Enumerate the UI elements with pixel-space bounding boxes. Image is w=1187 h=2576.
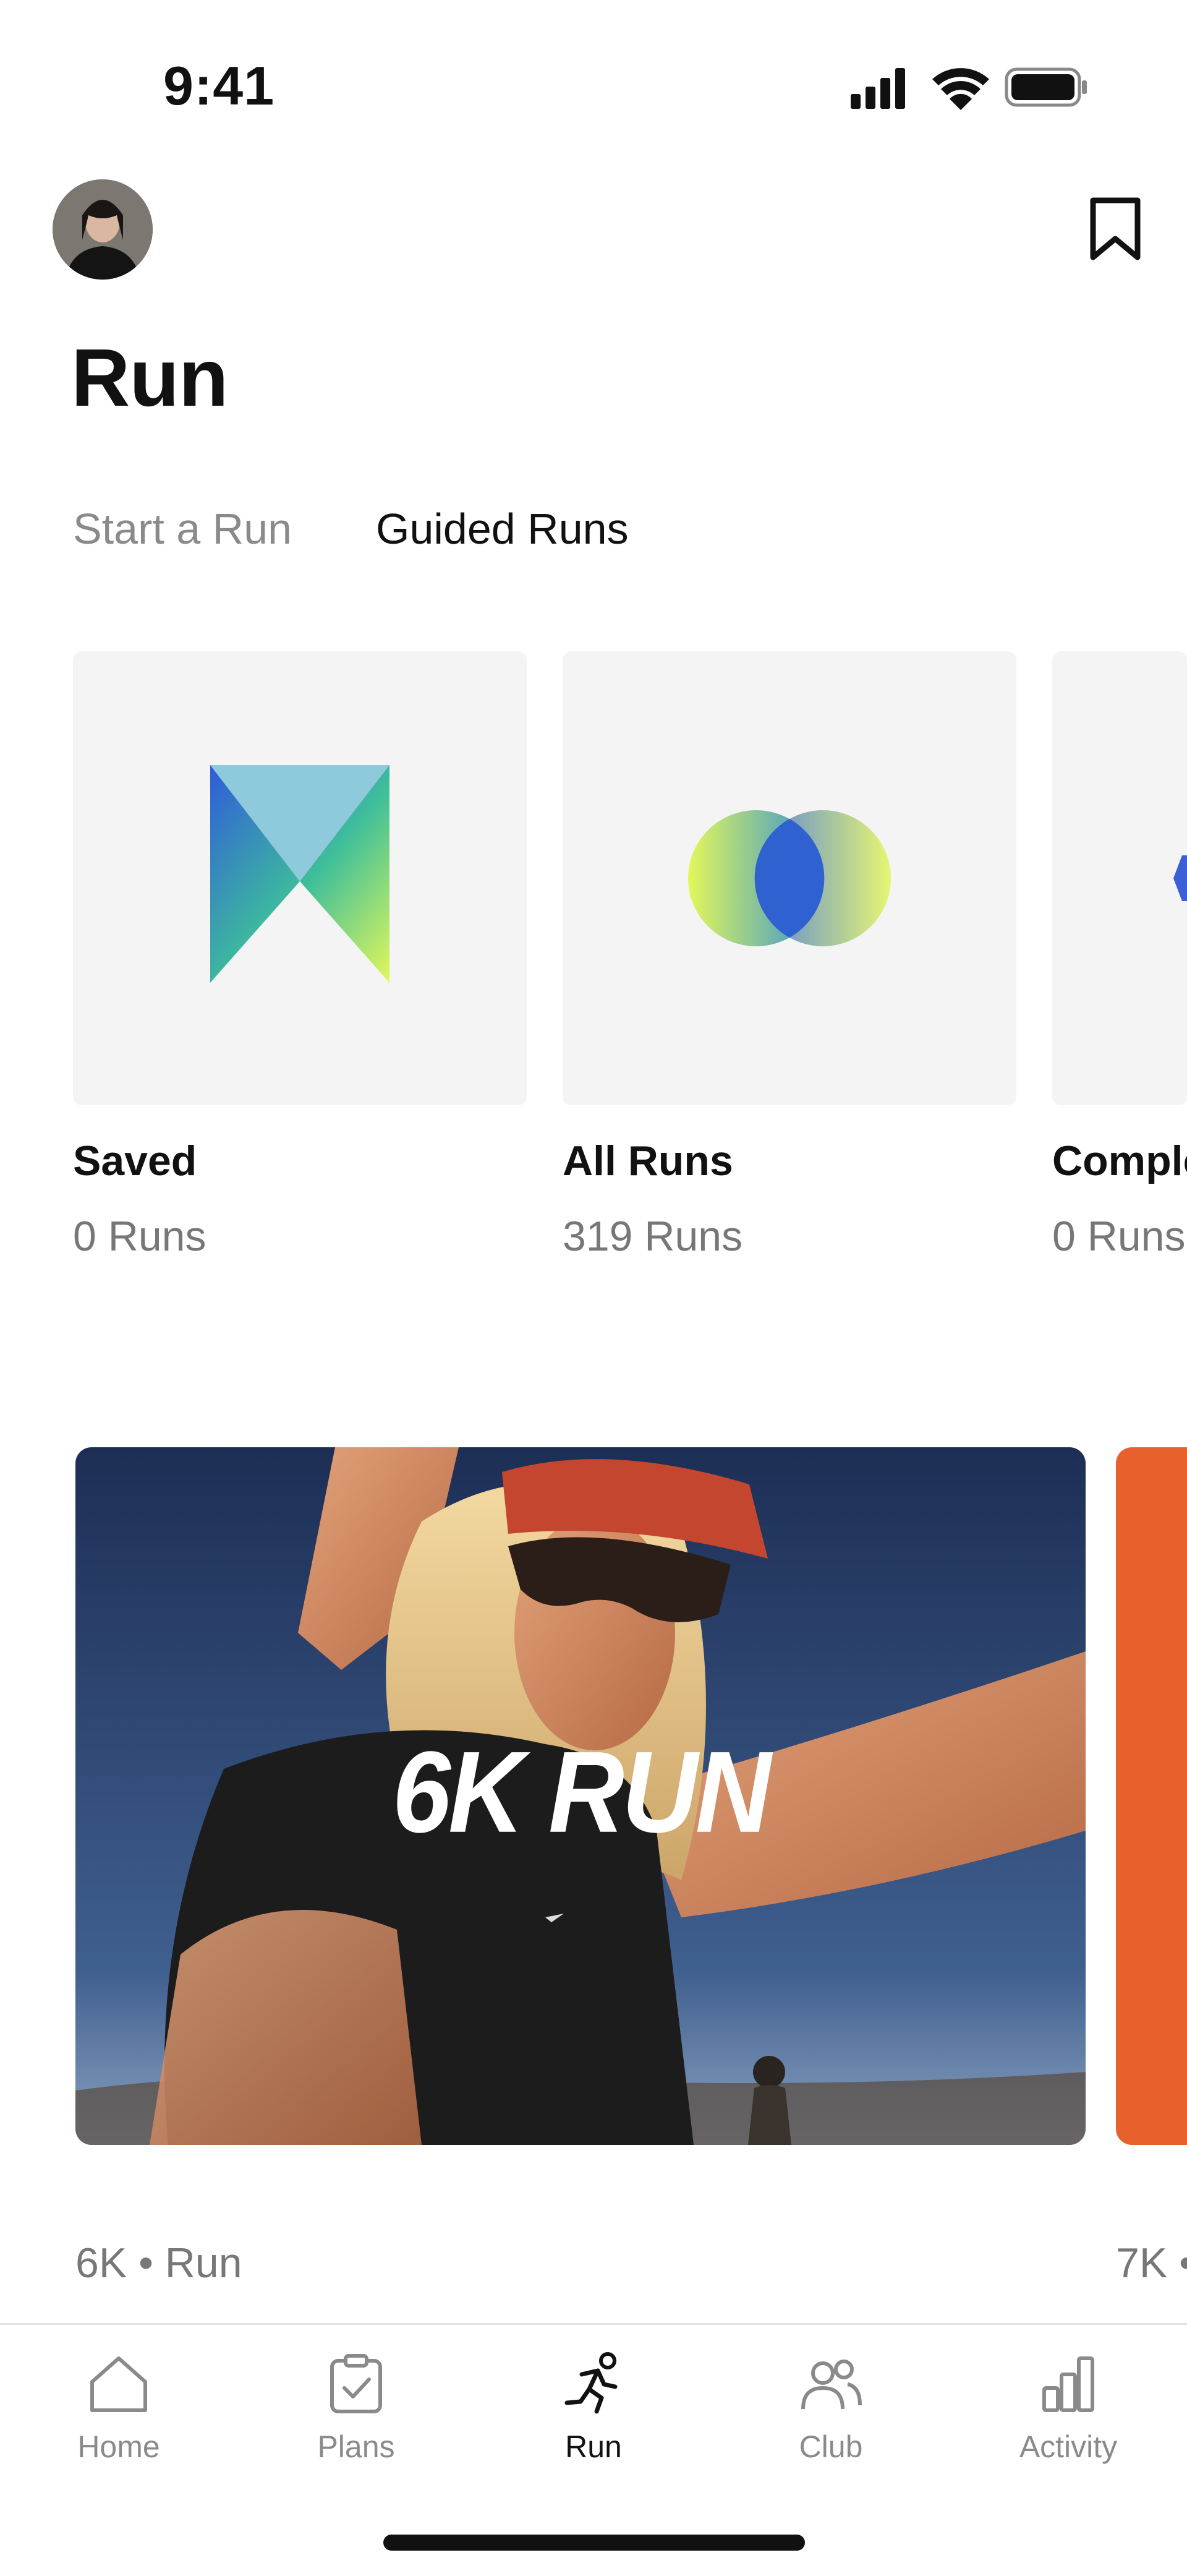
featured-run-title: 6K RUN <box>392 1727 772 1857</box>
nav-label-activity: Activity <box>1019 2429 1118 2464</box>
avatar[interactable] <box>53 179 153 280</box>
all-runs-gradient-icon <box>688 810 891 946</box>
home-indicator <box>383 2535 805 2551</box>
run-icon <box>564 2352 618 2414</box>
nav-label-plans: Plans <box>317 2429 395 2464</box>
nav-label-club: Club <box>799 2429 863 2464</box>
signal-icon <box>851 68 905 109</box>
status-time: 9:41 <box>163 55 275 116</box>
battery-icon <box>1005 67 1087 107</box>
club-icon <box>801 2360 862 2410</box>
bookmark-icon[interactable] <box>1087 197 1144 261</box>
tab-start-a-run[interactable]: Start a Run <box>73 504 292 554</box>
avatar-photo <box>53 179 153 280</box>
featured-run-card-next[interactable] <box>1116 1447 1187 2145</box>
collection-count: 319 Runs <box>563 1213 743 1260</box>
featured-run-meta-next: 7K • <box>1116 2240 1187 2287</box>
nav-item-plans[interactable]: Plans <box>237 2350 475 2465</box>
featured-run-meta: 6K • Run <box>75 2240 242 2287</box>
completed-gradient-icon <box>1173 855 1187 901</box>
nav-item-run[interactable]: Run <box>475 2350 712 2465</box>
nav-item-home[interactable]: Home <box>0 2350 237 2465</box>
collection-card-completed[interactable] <box>1052 651 1187 1105</box>
featured-run-card[interactable]: 6K RUN <box>75 1447 1086 2145</box>
nav-label-run: Run <box>565 2429 622 2464</box>
activity-icon <box>1042 2356 1094 2412</box>
nav-label-home: Home <box>77 2429 160 2464</box>
saved-gradient-icon <box>210 765 389 983</box>
wifi-icon <box>932 68 989 110</box>
collection-title: All Runs <box>563 1137 733 1184</box>
home-icon <box>90 2356 147 2412</box>
nav-item-club[interactable]: Club <box>712 2350 950 2465</box>
collection-count: 0 Runs <box>1052 1213 1186 1260</box>
collection-count: 0 Runs <box>73 1213 206 1260</box>
page-title: Run <box>71 332 229 423</box>
tab-guided-runs[interactable]: Guided Runs <box>376 504 629 554</box>
collection-card-saved[interactable] <box>73 651 527 1105</box>
collection-title: Saved <box>73 1137 197 1184</box>
collection-card-all-runs[interactable] <box>563 651 1016 1105</box>
status-icons <box>851 67 1087 110</box>
collection-title: Comple <box>1052 1137 1187 1184</box>
nav-item-activity[interactable]: Activity <box>950 2350 1187 2465</box>
plans-icon <box>330 2354 382 2413</box>
